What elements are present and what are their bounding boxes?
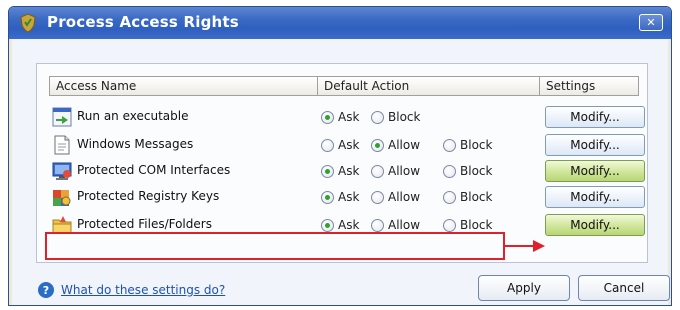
com-interfaces-icon (51, 160, 73, 182)
dialog-body: Access Name Default Action Settings Run … (12, 39, 670, 305)
document-icon (51, 134, 73, 156)
executable-icon (51, 106, 73, 128)
process-access-rights-window: Process Access Rights ✕ Access Name Defa… (8, 6, 672, 306)
table-row: Run an executable Ask Block Modify... (49, 104, 645, 130)
table-row: Protected COM Interfaces Ask Allow Block… (49, 158, 645, 184)
radio-dot (371, 138, 384, 152)
highlight-box (45, 232, 505, 260)
registry-keys-icon (51, 186, 73, 208)
close-button[interactable]: ✕ (639, 14, 663, 31)
radio-block[interactable]: Block (443, 217, 492, 233)
radio-dot (321, 164, 334, 178)
radio-dot (321, 110, 334, 124)
radio-allow[interactable]: Allow (371, 217, 420, 233)
radio-block[interactable]: Block (443, 189, 492, 205)
table-row: Protected Registry Keys Ask Allow Block … (49, 184, 645, 210)
radio-block[interactable]: Block (443, 163, 492, 179)
radio-allow[interactable]: Allow (371, 189, 420, 205)
radio-block[interactable]: Block (443, 137, 492, 153)
header-default-action[interactable]: Default Action (318, 77, 540, 95)
modify-button[interactable]: Modify... (545, 186, 645, 208)
help-link-area[interactable]: ? What do these settings do? (38, 281, 225, 299)
table-header: Access Name Default Action Settings (49, 76, 639, 96)
radio-dot (443, 218, 456, 232)
table-row: Windows Messages Ask Allow Block Modify.… (49, 132, 645, 158)
radio-dot (443, 190, 456, 204)
header-settings[interactable]: Settings (540, 77, 638, 95)
radio-ask[interactable]: Ask (321, 163, 359, 179)
row-label: Protected Files/Folders (77, 217, 212, 231)
radio-dot (371, 218, 384, 232)
radio-allow[interactable]: Allow (371, 137, 420, 153)
row-label: Run an executable (77, 109, 189, 123)
access-rights-panel: Access Name Default Action Settings Run … (36, 63, 648, 263)
radio-dot (443, 138, 456, 152)
radio-dot (321, 138, 334, 152)
row-label: Protected Registry Keys (77, 189, 220, 203)
modify-button[interactable]: Modify... (545, 134, 645, 156)
window-title: Process Access Rights (47, 13, 239, 31)
apply-button[interactable]: Apply (478, 275, 570, 301)
shield-icon (19, 13, 37, 33)
header-access-name[interactable]: Access Name (50, 77, 318, 95)
row-label: Protected COM Interfaces (77, 163, 231, 177)
highlight-arrow (505, 240, 545, 252)
radio-ask[interactable]: Ask (321, 217, 359, 233)
help-icon: ? (38, 282, 54, 298)
radio-dot (443, 164, 456, 178)
radio-dot (371, 190, 384, 204)
radio-allow[interactable]: Allow (371, 163, 420, 179)
modify-button[interactable]: Modify... (545, 214, 645, 236)
radio-dot (321, 218, 334, 232)
radio-ask[interactable]: Ask (321, 189, 359, 205)
radio-ask[interactable]: Ask (321, 137, 359, 153)
radio-block[interactable]: Block (371, 109, 420, 125)
title-bar[interactable]: Process Access Rights ✕ (9, 7, 671, 39)
modify-button[interactable]: Modify... (545, 160, 645, 182)
radio-ask[interactable]: Ask (321, 109, 359, 125)
modify-button[interactable]: Modify... (545, 106, 645, 128)
help-link[interactable]: What do these settings do? (61, 283, 225, 297)
radio-dot (371, 164, 384, 178)
radio-dot (321, 190, 334, 204)
row-label: Windows Messages (77, 137, 194, 151)
cancel-button[interactable]: Cancel (578, 275, 670, 301)
radio-dot (371, 110, 384, 124)
